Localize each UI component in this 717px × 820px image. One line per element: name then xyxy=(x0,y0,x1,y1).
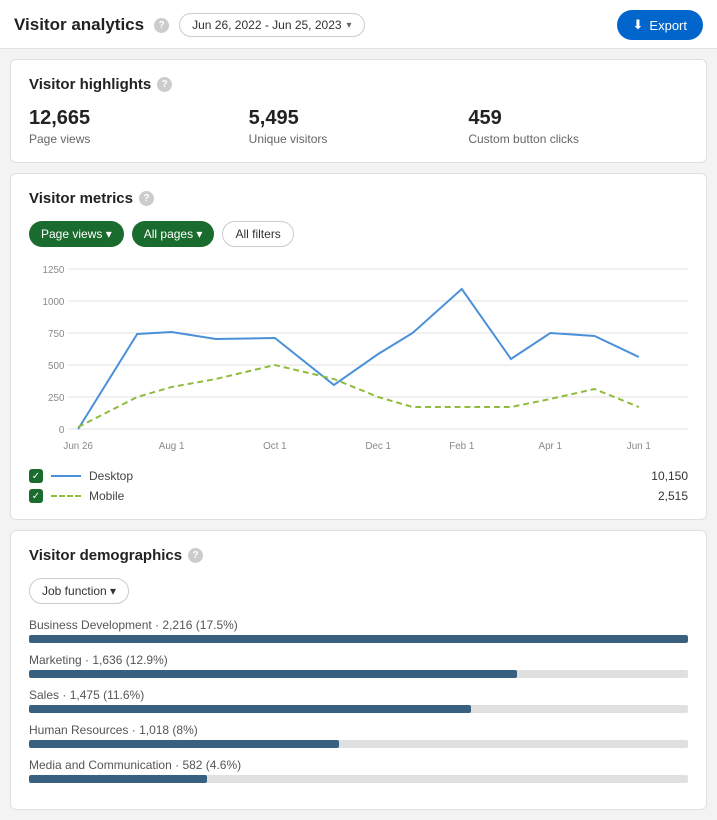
top-bar-left: Visitor analytics ? Jun 26, 2022 - Jun 2… xyxy=(14,13,365,37)
bar-label-3: Human Resources · 1,018 (8%) xyxy=(29,723,688,737)
bar-track-1 xyxy=(29,670,688,678)
mobile-label: Mobile xyxy=(89,489,650,503)
bar-stat-3: · 1,018 (8%) xyxy=(132,723,198,737)
bar-stat-0: · 2,216 (17.5%) xyxy=(155,618,238,632)
bar-track-0 xyxy=(29,635,688,643)
all-filters-button[interactable]: All filters xyxy=(222,221,293,247)
svg-text:250: 250 xyxy=(48,393,65,404)
svg-text:0: 0 xyxy=(59,425,65,436)
highlight-custom-clicks-label: Custom button clicks xyxy=(468,132,688,146)
bar-fill-2 xyxy=(29,705,471,713)
metrics-title: Visitor metrics ? xyxy=(29,190,688,207)
demographics-filter-row: Job function ▾ xyxy=(29,578,688,604)
bar-stat-2: · 1,475 (11.6%) xyxy=(62,688,144,702)
bar-item-4: Media and Communication · 582 (4.6%) xyxy=(29,758,688,783)
demographics-card: Visitor demographics ? Job function ▾ Bu… xyxy=(10,530,707,810)
svg-text:Feb 1: Feb 1 xyxy=(449,441,475,452)
date-range-button[interactable]: Jun 26, 2022 - Jun 25, 2023 ▾ xyxy=(179,13,364,37)
mobile-checkbox[interactable]: ✓ xyxy=(29,489,43,503)
demographics-info-icon[interactable]: ? xyxy=(188,548,203,563)
page-views-filter-button[interactable]: Page views ▾ xyxy=(29,221,124,247)
highlights-info-icon[interactable]: ? xyxy=(157,77,172,92)
top-bar: Visitor analytics ? Jun 26, 2022 - Jun 2… xyxy=(0,0,717,49)
highlights-card: Visitor highlights ? 12,665 Page views 5… xyxy=(10,59,707,163)
bar-item-1: Marketing · 1,636 (12.9%) xyxy=(29,653,688,678)
bar-label-4: Media and Communication · 582 (4.6%) xyxy=(29,758,688,772)
bar-label-1: Marketing · 1,636 (12.9%) xyxy=(29,653,688,667)
content-area: Visitor highlights ? 12,665 Page views 5… xyxy=(0,49,717,820)
highlight-page-views: 12,665 Page views xyxy=(29,107,249,146)
svg-text:Dec 1: Dec 1 xyxy=(365,441,391,452)
bar-item-0: Business Development · 2,216 (17.5%) xyxy=(29,618,688,643)
analytics-info-icon[interactable]: ? xyxy=(154,18,169,33)
highlight-custom-clicks: 459 Custom button clicks xyxy=(468,107,688,146)
highlight-page-views-value: 12,665 xyxy=(29,107,249,130)
svg-text:Apr 1: Apr 1 xyxy=(539,441,563,452)
bar-label-2: Sales · 1,475 (11.6%) xyxy=(29,688,688,702)
desktop-value: 10,150 xyxy=(651,469,688,483)
highlight-unique-visitors: 5,495 Unique visitors xyxy=(249,107,469,146)
svg-text:500: 500 xyxy=(48,361,65,372)
metrics-chart: 1250 1000 750 500 250 0 Jun 26 Aug 1 Oct… xyxy=(29,259,688,459)
demographics-title: Visitor demographics ? xyxy=(29,547,688,564)
date-range-text: Jun 26, 2022 - Jun 25, 2023 xyxy=(192,18,341,32)
bar-label-0: Business Development · 2,216 (17.5%) xyxy=(29,618,688,632)
highlight-page-views-label: Page views xyxy=(29,132,249,146)
bar-track-2 xyxy=(29,705,688,713)
bar-item-3: Human Resources · 1,018 (8%) xyxy=(29,723,688,748)
download-icon: ⬇ xyxy=(633,17,644,33)
svg-text:Aug 1: Aug 1 xyxy=(159,441,185,452)
legend-mobile: ✓ Mobile 2,515 xyxy=(29,489,688,503)
highlights-title: Visitor highlights ? xyxy=(29,76,688,93)
svg-text:Jun 26: Jun 26 xyxy=(63,441,93,452)
mobile-value: 2,515 xyxy=(658,489,688,503)
metrics-card: Visitor metrics ? Page views ▾ All pages… xyxy=(10,173,707,520)
desktop-label: Desktop xyxy=(89,469,643,483)
bar-track-4 xyxy=(29,775,688,783)
svg-text:1000: 1000 xyxy=(43,297,65,308)
bar-stat-4: · 582 (4.6%) xyxy=(175,758,241,772)
svg-text:1250: 1250 xyxy=(43,265,65,276)
highlights-row: 12,665 Page views 5,495 Unique visitors … xyxy=(29,107,688,146)
bar-fill-4 xyxy=(29,775,207,783)
legend-desktop: ✓ Desktop 10,150 xyxy=(29,469,688,483)
chart-legend: ✓ Desktop 10,150 ✓ Mobile 2,515 xyxy=(29,469,688,503)
highlight-unique-visitors-label: Unique visitors xyxy=(249,132,469,146)
bar-stat-1: · 1,636 (12.9%) xyxy=(85,653,168,667)
svg-text:Jun 1: Jun 1 xyxy=(627,441,652,452)
all-pages-filter-button[interactable]: All pages ▾ xyxy=(132,221,215,247)
highlight-unique-visitors-value: 5,495 xyxy=(249,107,469,130)
svg-text:Oct 1: Oct 1 xyxy=(263,441,287,452)
bar-track-3 xyxy=(29,740,688,748)
chart-svg: 1250 1000 750 500 250 0 Jun 26 Aug 1 Oct… xyxy=(29,259,688,459)
metrics-info-icon[interactable]: ? xyxy=(139,191,154,206)
desktop-line-icon xyxy=(51,475,81,477)
bar-fill-3 xyxy=(29,740,339,748)
metrics-filters: Page views ▾ All pages ▾ All filters xyxy=(29,221,688,247)
highlight-custom-clicks-value: 459 xyxy=(468,107,688,130)
bar-fill-0 xyxy=(29,635,688,643)
export-label: Export xyxy=(649,18,687,33)
bar-item-2: Sales · 1,475 (11.6%) xyxy=(29,688,688,713)
bar-fill-1 xyxy=(29,670,517,678)
demographics-bars: Business Development · 2,216 (17.5%) Mar… xyxy=(29,618,688,783)
page-title: Visitor analytics xyxy=(14,15,144,35)
desktop-checkbox[interactable]: ✓ xyxy=(29,469,43,483)
export-button[interactable]: ⬇ Export xyxy=(617,10,703,40)
mobile-line-icon xyxy=(51,495,81,497)
date-range-chevron-icon: ▾ xyxy=(347,20,352,31)
svg-text:750: 750 xyxy=(48,329,65,340)
job-function-filter-button[interactable]: Job function ▾ xyxy=(29,578,129,604)
